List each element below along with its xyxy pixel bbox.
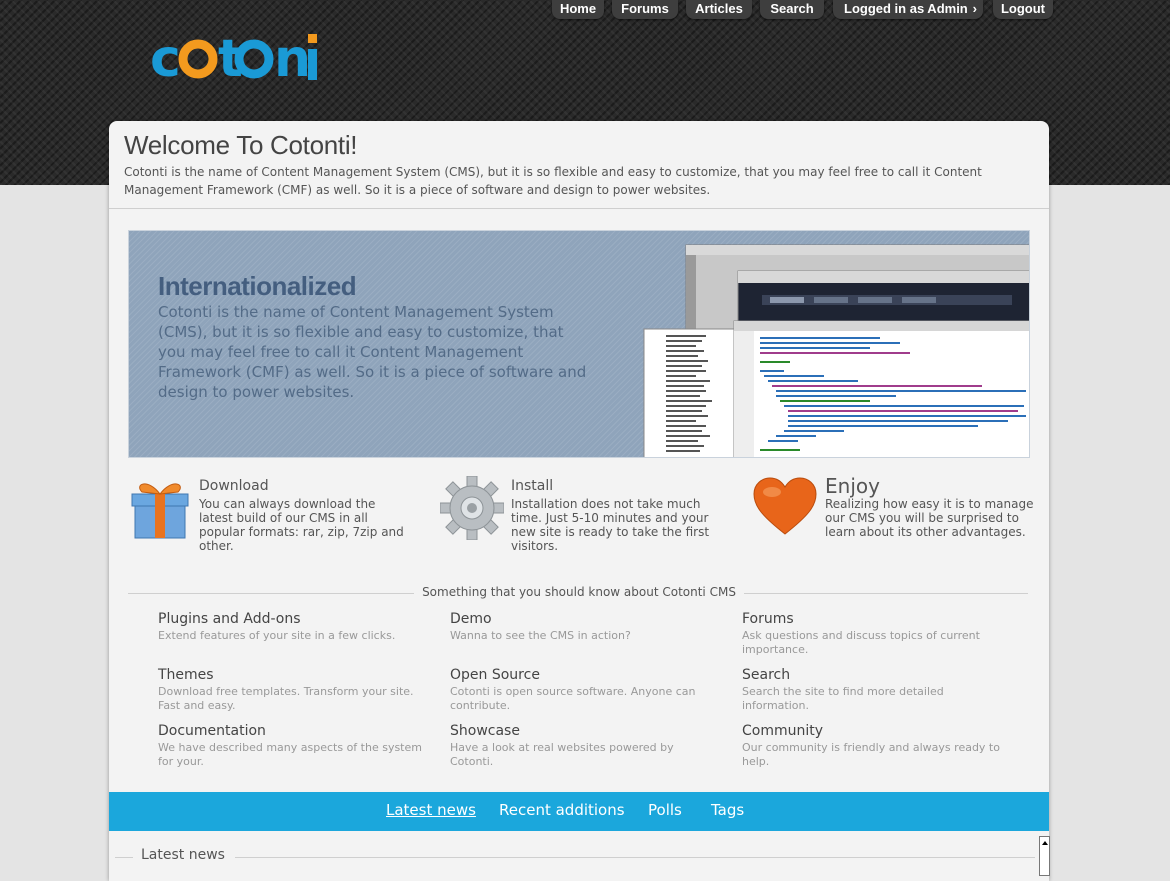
editor-screenshot-image bbox=[643, 244, 1029, 457]
banner-title: Internationalized bbox=[158, 271, 357, 301]
nav-user-label: Logged in as Admin bbox=[844, 1, 968, 16]
nav-logout[interactable]: Logout bbox=[993, 0, 1053, 19]
banner-text: Cotonti is the name of Content Managemen… bbox=[158, 303, 587, 401]
feature-enjoy-text: Realizing how easy it is to manage our C… bbox=[825, 497, 1034, 539]
link-search[interactable]: Search Search the site to find more deta… bbox=[742, 667, 1012, 713]
link-desc: We have described many aspects of the sy… bbox=[158, 741, 422, 768]
link-desc: Cotonti is open source software. Anyone … bbox=[450, 685, 696, 712]
link-title: Themes bbox=[158, 667, 214, 683]
link-title: Community bbox=[742, 723, 824, 739]
heart-icon bbox=[753, 477, 817, 535]
gear-icon bbox=[440, 476, 504, 540]
feature-install-text: Installation does not take much time. Ju… bbox=[511, 497, 710, 553]
link-title: Search bbox=[742, 667, 791, 683]
link-open-source[interactable]: Open Source Cotonti is open source softw… bbox=[450, 667, 720, 713]
link-demo[interactable]: Demo Wanna to see the CMS in action? bbox=[450, 611, 720, 643]
link-title: Plugins and Add-ons bbox=[158, 611, 301, 627]
link-desc: Download free templates. Transform your … bbox=[158, 685, 414, 712]
link-themes[interactable]: Themes Download free templates. Transfor… bbox=[158, 667, 428, 713]
scrollbar-up-button[interactable] bbox=[1039, 836, 1050, 876]
nav-search[interactable]: Search bbox=[760, 0, 824, 19]
link-title: Forums bbox=[742, 611, 794, 627]
welcome-text: Cotonti is the name of Content Managemen… bbox=[124, 165, 982, 197]
gift-icon bbox=[131, 483, 189, 539]
know-heading: Something that you should know about Cot… bbox=[109, 585, 1049, 599]
top-navigation: Home Forums Articles Search Logged in as… bbox=[0, 0, 1170, 22]
link-plugins[interactable]: Plugins and Add-ons Extend features of y… bbox=[158, 611, 428, 643]
link-desc: Have a look at real websites powered by … bbox=[450, 741, 674, 768]
svg-text:c: c bbox=[150, 29, 181, 86]
nav-home[interactable]: Home bbox=[552, 0, 604, 19]
divider bbox=[115, 857, 133, 858]
link-documentation[interactable]: Documentation We have described many asp… bbox=[158, 723, 428, 769]
feature-enjoy-title: Enjoy bbox=[825, 474, 880, 498]
feature-install-title: Install bbox=[511, 478, 554, 494]
chevron-right-icon: › bbox=[972, 1, 977, 16]
know-heading-text: Something that you should know about Cot… bbox=[414, 585, 744, 599]
feature-install[interactable]: Install Installation does not take much … bbox=[440, 476, 730, 556]
content-tabbar: Latest news Recent additions Polls Tags bbox=[109, 792, 1049, 831]
link-showcase[interactable]: Showcase Have a look at real websites po… bbox=[450, 723, 720, 769]
page-title: Welcome To Cotonti! bbox=[124, 130, 358, 160]
divider bbox=[109, 208, 1049, 209]
nav-articles[interactable]: Articles bbox=[686, 0, 752, 19]
cotonti-logo[interactable]: c t n bbox=[150, 24, 330, 86]
feature-download[interactable]: Download You can always download the lat… bbox=[128, 476, 418, 556]
link-desc: Wanna to see the CMS in action? bbox=[450, 629, 631, 642]
link-desc: Extend features of your site in a few cl… bbox=[158, 629, 396, 642]
feature-download-title: Download bbox=[199, 478, 269, 494]
feature-download-text: You can always download the latest build… bbox=[199, 497, 404, 553]
feature-banner[interactable]: Internationalized Cotonti is the name of… bbox=[128, 230, 1030, 458]
feature-enjoy[interactable]: Enjoy Realizing how easy it is to manage… bbox=[752, 474, 1042, 556]
tab-polls[interactable]: Polls bbox=[648, 801, 682, 819]
link-desc: Ask questions and discuss topics of curr… bbox=[742, 629, 980, 656]
link-community[interactable]: Community Our community is friendly and … bbox=[742, 723, 1012, 769]
main-content-card: Welcome To Cotonti! Cotonti is the name … bbox=[109, 121, 1049, 881]
divider bbox=[235, 857, 1035, 858]
link-forums[interactable]: Forums Ask questions and discuss topics … bbox=[742, 611, 1012, 657]
svg-text:n: n bbox=[274, 29, 311, 86]
nav-user-menu[interactable]: Logged in as Admin › bbox=[833, 0, 983, 19]
tab-latest-news[interactable]: Latest news bbox=[386, 801, 476, 819]
link-desc: Search the site to find more detailed in… bbox=[742, 685, 944, 712]
link-desc: Our community is friendly and always rea… bbox=[742, 741, 1000, 768]
tab-tags[interactable]: Tags bbox=[711, 801, 744, 819]
link-title: Showcase bbox=[450, 723, 520, 739]
latest-news-heading: Latest news bbox=[141, 847, 225, 863]
link-title: Demo bbox=[450, 611, 492, 627]
link-title: Open Source bbox=[450, 667, 540, 683]
nav-forums[interactable]: Forums bbox=[612, 0, 678, 19]
link-title: Documentation bbox=[158, 723, 266, 739]
tab-recent-additions[interactable]: Recent additions bbox=[499, 801, 625, 819]
